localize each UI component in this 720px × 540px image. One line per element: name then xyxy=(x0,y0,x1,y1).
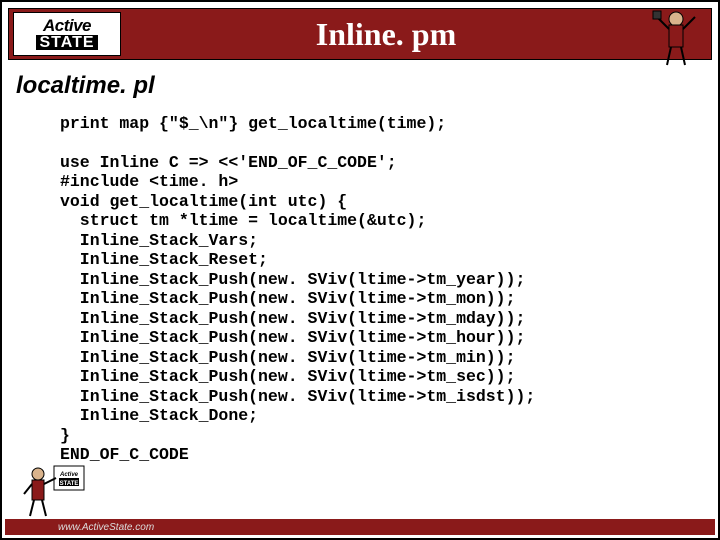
slide-title: Inline. pm xyxy=(121,16,711,53)
svg-text:STATE: STATE xyxy=(60,481,79,487)
subtitle: localtime. pl xyxy=(16,72,155,100)
slide: Active STATE Inline. pm localtime. pl pr… xyxy=(0,0,720,540)
logo-bottom-text: STATE xyxy=(36,35,97,50)
code-block: print map {"$_\n"} get_localtime(time); … xyxy=(60,114,688,464)
header-bar: Active STATE Inline. pm xyxy=(8,8,712,60)
mascot-bottom-icon: Active STATE xyxy=(20,460,90,520)
footer-url: www.ActiveState.com xyxy=(58,522,154,533)
activestate-logo: Active STATE xyxy=(13,12,121,56)
svg-text:Active: Active xyxy=(59,472,79,478)
mascot-top-icon xyxy=(651,7,701,67)
logo-top-text: Active xyxy=(43,18,91,34)
